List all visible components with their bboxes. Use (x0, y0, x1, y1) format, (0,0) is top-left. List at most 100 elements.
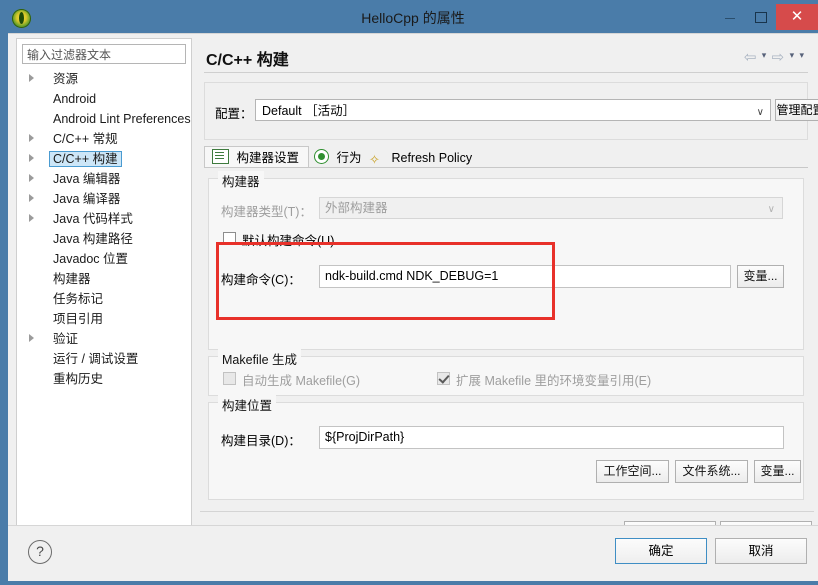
sidebar-item-cpp-general[interactable]: C/C++ 常规 (17, 129, 191, 149)
back-chevron-down-icon[interactable]: ▾ (762, 50, 767, 61)
build-location-group: 构建位置 构建目录(D)： ${ProjDirPath} 工作空间... 文件系… (208, 395, 804, 500)
settings-tree-panel: 输入过滤器文本 资源 Android Android Lint Preferen… (16, 38, 192, 550)
settings-tree: 资源 Android Android Lint Preferences C/C+… (17, 69, 191, 524)
configuration-bar: 配置： Default ［活动］ ∨ 管理配置... (204, 82, 818, 140)
filter-input[interactable]: 输入过滤器文本 (22, 44, 186, 64)
use-default-build-command-label: 默认构建命令(U) (242, 234, 335, 248)
auto-generate-makefile-checkbox (223, 372, 236, 385)
page-title: C/C++ 构建 (206, 52, 289, 69)
configuration-label: 配置： (215, 107, 253, 121)
chevron-right-icon[interactable] (29, 334, 34, 342)
build-directory-input[interactable]: ${ProjDirPath} (319, 426, 784, 449)
dialog-body: 输入过滤器文本 资源 Android Android Lint Preferen… (8, 33, 818, 556)
manage-configurations-button[interactable]: 管理配置... (775, 99, 818, 121)
sidebar-item-label: C/C++ 常规 (53, 132, 118, 146)
tab-label: 构建器设置 (236, 151, 299, 165)
tab-label: 行为 (336, 151, 362, 165)
sidebar-item-label: 运行 / 调试设置 (53, 352, 139, 366)
sidebar-item-refactoring-history[interactable]: 重构历史 (17, 369, 191, 389)
chevron-right-icon[interactable] (29, 134, 34, 142)
sidebar-item-label: 验证 (53, 332, 79, 346)
builder-type-label: 构建器类型(T)： (221, 205, 312, 219)
help-icon[interactable]: ? (28, 540, 52, 564)
workspace-button[interactable]: 工作空间... (596, 460, 669, 483)
close-button[interactable]: ✕ (776, 4, 818, 30)
sidebar-item-label: Javadoc 位置 (53, 252, 129, 266)
chevron-down-icon: ∨ (767, 204, 775, 215)
sidebar-item-label: 项目引用 (53, 312, 104, 326)
cancel-button[interactable]: 取消 (715, 538, 807, 564)
builder-group-legend: 构建器 (218, 171, 264, 190)
sidebar-item-label: 资源 (53, 72, 79, 86)
build-command-variables-button[interactable]: 变量... (737, 265, 784, 288)
forward-chevron-down-icon[interactable]: ▾ (790, 50, 795, 61)
behavior-icon (314, 149, 329, 164)
makefile-group-legend: Makefile 生成 (218, 349, 302, 368)
maximize-button[interactable] (746, 4, 774, 30)
sidebar-item-label: Java 构建路径 (53, 232, 133, 246)
sidebar-item-project-references[interactable]: 项目引用 (17, 309, 191, 329)
sidebar-item-label: C/C++ 构建 (49, 151, 122, 167)
content-panel: C/C++ 构建 ⇦ ▾ ⇨ ▾ ▾ 配置： Default ［活动］ ∨ 管理… (198, 38, 818, 550)
sidebar-item-label: 重构历史 (53, 372, 104, 386)
build-location-group-legend: 构建位置 (218, 395, 277, 414)
sidebar-item-java-editor[interactable]: Java 编辑器 (17, 169, 191, 189)
sidebar-item-cpp-build[interactable]: C/C++ 构建 (17, 149, 191, 169)
chevron-right-icon[interactable] (29, 154, 34, 162)
properties-dialog-window: HelloCpp 的属性 ✕ 输入过滤器文本 资源 Android Androi… (0, 0, 818, 585)
tab-builder-settings[interactable]: 构建器设置 (204, 146, 309, 168)
dialog-footer: ? 确定 取消 (8, 525, 818, 581)
sidebar-item-label: Java 编辑器 (53, 172, 121, 186)
build-command-label: 构建命令(C)： (221, 273, 301, 287)
sidebar-item-java-code-style[interactable]: Java 代码样式 (17, 209, 191, 229)
chevron-right-icon[interactable] (29, 174, 34, 182)
ok-button[interactable]: 确定 (615, 538, 707, 564)
title-divider (204, 72, 808, 73)
menu-chevron-down-icon[interactable]: ▾ (799, 50, 804, 61)
chevron-right-icon[interactable] (29, 74, 34, 82)
sidebar-item-validation[interactable]: 验证 (17, 329, 191, 349)
chevron-down-icon[interactable]: ∨ (757, 104, 764, 122)
chevron-right-icon[interactable] (29, 214, 34, 222)
builder-type-value: 外部构建器 (325, 201, 388, 215)
sidebar-item-java-build-path[interactable]: Java 构建路径 (17, 229, 191, 249)
sidebar-item-java-compiler[interactable]: Java 编译器 (17, 189, 191, 209)
build-directory-variables-button[interactable]: 变量... (754, 460, 801, 483)
tab-label: Refresh Policy (391, 151, 473, 165)
sidebar-item-label: Java 代码样式 (53, 212, 133, 226)
minimize-button[interactable] (716, 4, 744, 30)
forward-arrow-icon[interactable]: ⇨ (772, 48, 785, 66)
tab-bar: 构建器设置 行为 ✧ Refresh Policy (204, 146, 808, 168)
sidebar-item-label: Android Lint Preferences (53, 112, 191, 126)
sidebar-item-android[interactable]: Android (17, 89, 191, 109)
back-arrow-icon[interactable]: ⇦ (744, 48, 757, 66)
title-bar: HelloCpp 的属性 ✕ (4, 4, 818, 33)
sidebar-item-builders[interactable]: 构建器 (17, 269, 191, 289)
tab-underline (204, 167, 808, 168)
builder-group: 构建器 构建器类型(T)： 外部构建器 ∨ 默认构建命令(U) 构建命令(C)：… (208, 171, 804, 350)
build-command-input[interactable]: ndk-build.cmd NDK_DEBUG=1 (319, 265, 731, 288)
refresh-policy-icon: ✧ (369, 152, 380, 167)
builder-settings-icon (212, 149, 229, 164)
use-default-build-command-checkbox[interactable] (223, 232, 236, 245)
sidebar-item-task-tags[interactable]: 任务标记 (17, 289, 191, 309)
configuration-select[interactable]: Default ［活动］ ∨ (255, 99, 771, 121)
sidebar-item-label: 构建器 (53, 272, 91, 286)
sidebar-item-run-debug-settings[interactable]: 运行 / 调试设置 (17, 349, 191, 369)
sidebar-item-label: 任务标记 (53, 292, 104, 306)
sidebar-item-android-lint-preferences[interactable]: Android Lint Preferences (17, 109, 191, 129)
makefile-group: Makefile 生成 自动生成 Makefile(G) 扩展 Makefile… (208, 349, 804, 396)
expand-env-refs-checkbox (437, 372, 450, 385)
chevron-right-icon[interactable] (29, 194, 34, 202)
sidebar-item-javadoc-location[interactable]: Javadoc 位置 (17, 249, 191, 269)
build-directory-label: 构建目录(D)： (221, 434, 301, 448)
navigation-icons: ⇦ ▾ ⇨ ▾ ▾ (742, 48, 804, 66)
window-title: HelloCpp 的属性 (361, 10, 465, 26)
auto-generate-makefile-label: 自动生成 Makefile(G) (242, 374, 361, 388)
tab-refresh-policy[interactable]: ✧ Refresh Policy (361, 146, 482, 168)
close-icon: ✕ (790, 8, 804, 25)
sidebar-item-resource[interactable]: 资源 (17, 69, 191, 89)
filesystem-button[interactable]: 文件系统... (675, 460, 748, 483)
builder-type-select: 外部构建器 ∨ (319, 197, 783, 219)
sidebar-item-label: Java 编译器 (53, 192, 121, 206)
